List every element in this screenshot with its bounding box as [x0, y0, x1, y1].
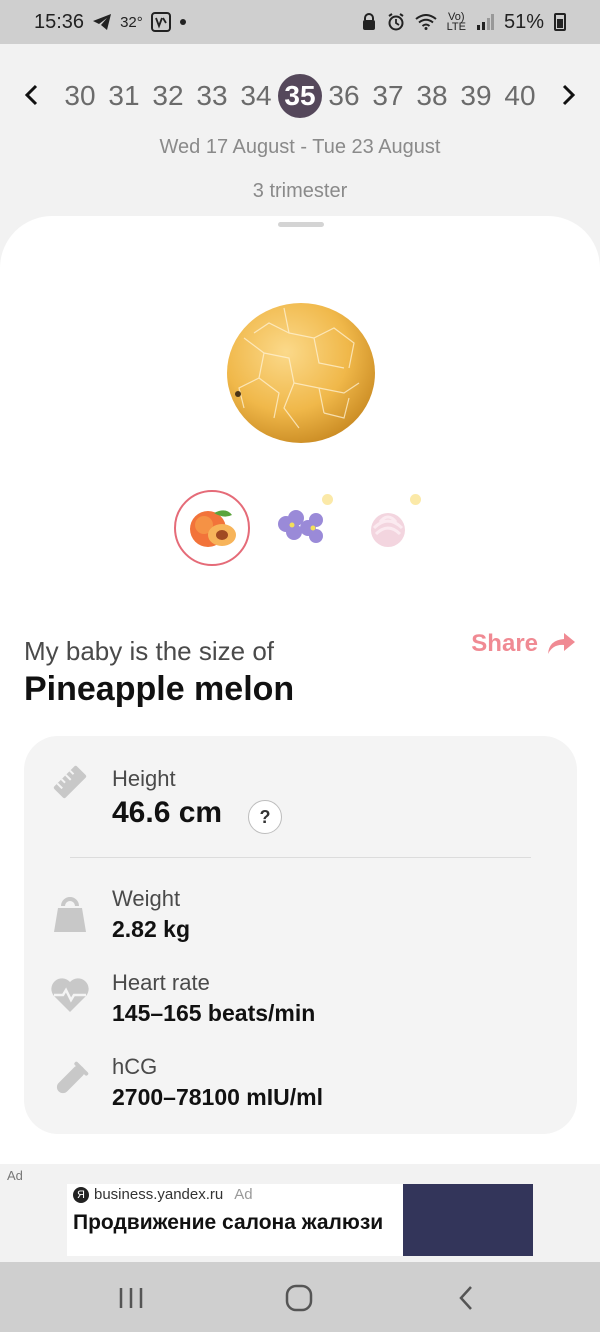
week-item[interactable]: 34	[234, 74, 278, 118]
chevron-right-icon	[562, 84, 576, 106]
ad-banner[interactable]: Я business.yandex.ru Ad Продвижение сало…	[67, 1184, 533, 1256]
week-item[interactable]: 31	[102, 74, 146, 118]
week-item[interactable]: 30	[58, 74, 102, 118]
trimester-label: 3 trimester	[252, 180, 348, 202]
comparison-options	[174, 490, 434, 568]
home-button[interactable]	[279, 1280, 319, 1316]
chevron-left-icon	[24, 84, 38, 106]
ad-title: Продвижение салона жалюзи	[73, 1211, 384, 1234]
previous-week-button[interactable]	[16, 78, 46, 112]
new-indicator-dot	[322, 494, 333, 505]
dot-icon	[179, 18, 187, 26]
status-left: 15:36 32°	[34, 11, 187, 34]
week-navigator: 30 31 32 33 34 35 36 37 38 39 40	[0, 70, 600, 120]
size-fruit-name: Pineapple melon	[24, 670, 295, 708]
wifi-icon	[414, 14, 437, 30]
ad-image	[403, 1184, 533, 1256]
telegram-icon	[92, 13, 112, 31]
ruler-icon	[50, 762, 90, 802]
week-list: 30 31 32 33 34 35 36 37 38 39 40	[58, 74, 542, 118]
yandex-logo-icon: Я	[73, 1186, 89, 1203]
weight-value: 2.82 kg	[112, 916, 190, 942]
week-item[interactable]: 33	[190, 74, 234, 118]
sheet-drag-handle[interactable]	[278, 222, 324, 227]
ad-tag: Ad	[7, 1168, 23, 1183]
status-right: Vo) LTE 51%	[361, 11, 566, 34]
recent-apps-icon	[119, 1288, 143, 1308]
stats-divider	[70, 857, 531, 858]
back-icon	[459, 1286, 472, 1310]
hcg-value: 2700–78100 mIU/ml	[112, 1084, 323, 1110]
height-help-button[interactable]: ?	[248, 800, 282, 834]
share-arrow-icon	[548, 633, 575, 654]
weather-icon	[150, 12, 171, 32]
ad-domain: business.yandex.ru	[94, 1186, 224, 1203]
week-selected[interactable]: 35	[278, 74, 322, 118]
weight-label: Weight	[112, 886, 181, 911]
weight-icon	[50, 892, 90, 932]
status-bar: 15:36 32° Vo) LTE 51%	[0, 0, 600, 44]
week-item[interactable]: 40	[498, 74, 542, 118]
back-button[interactable]	[446, 1280, 486, 1316]
week-item[interactable]: 36	[322, 74, 366, 118]
status-temperature: 32°	[120, 13, 143, 31]
height-value: 46.6 cm	[112, 796, 223, 829]
system-navigation-bar	[0, 1262, 600, 1332]
week-item[interactable]: 37	[366, 74, 410, 118]
heart-rate-label: Heart rate	[112, 970, 210, 995]
ad-label: Ad	[234, 1186, 253, 1203]
alarm-icon	[387, 13, 405, 31]
new-indicator-dot	[410, 494, 421, 505]
peach-option[interactable]	[174, 490, 250, 566]
status-time: 15:36	[34, 10, 85, 33]
week-item[interactable]: 32	[146, 74, 190, 118]
marshmallow-icon	[371, 513, 405, 547]
melon-illustration	[224, 298, 378, 446]
violet-flower-icon	[278, 510, 323, 543]
share-label: Share	[471, 630, 538, 657]
home-icon	[285, 1284, 313, 1312]
ad-source: Я business.yandex.ru Ad	[73, 1186, 253, 1203]
battery-percentage: 51%	[503, 10, 544, 33]
battery-icon	[554, 13, 566, 31]
heart-rate-value: 145–165 beats/min	[112, 1000, 316, 1026]
heart-rate-icon	[50, 976, 90, 1016]
signal-icon	[476, 14, 494, 30]
recent-apps-button[interactable]	[111, 1280, 151, 1316]
baby-stats-card	[24, 736, 577, 1134]
week-item[interactable]: 38	[410, 74, 454, 118]
lock-icon	[361, 13, 377, 31]
next-week-button[interactable]	[554, 78, 584, 112]
height-label: Height	[112, 766, 176, 791]
share-button[interactable]: Share	[471, 630, 576, 658]
volte-icon: Vo) LTE	[446, 11, 466, 33]
size-intro: My baby is the size of	[24, 636, 274, 666]
peach-icon	[190, 510, 236, 547]
test-tube-icon	[50, 1060, 90, 1100]
date-range: Wed 17 August - Tue 23 August	[159, 136, 441, 158]
week-item[interactable]: 39	[454, 74, 498, 118]
hcg-label: hCG	[112, 1054, 158, 1079]
